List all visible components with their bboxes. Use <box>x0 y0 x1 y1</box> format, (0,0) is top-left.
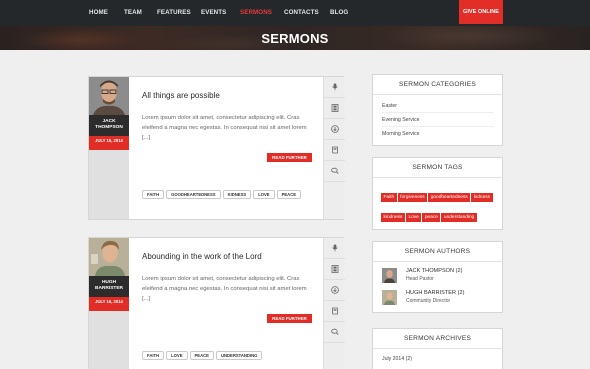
tag-link[interactable]: understanding <box>441 213 477 222</box>
author-photo-image <box>89 238 129 276</box>
sermon-title[interactable]: Abounding in the work of the Lord <box>142 252 262 261</box>
widget-title: SERMON TAGS <box>373 158 502 178</box>
sermon-tag[interactable]: FAITH <box>142 190 165 199</box>
author-photo[interactable] <box>89 238 129 276</box>
book-icon[interactable] <box>324 140 345 161</box>
sermon-media-icons <box>323 77 345 219</box>
microphone-icon[interactable] <box>324 77 345 98</box>
tag-link[interactable]: peace <box>422 213 441 222</box>
film-icon[interactable] <box>324 98 345 119</box>
sermon-author-column: JACK THOMPSON JULY 15, 2014 <box>89 77 129 219</box>
sermon-card: HUGH BARRISTER JULY 16, 2014 Abounding i… <box>88 237 345 369</box>
sermon-author-column: HUGH BARRISTER JULY 16, 2014 <box>89 238 129 369</box>
sermon-media-icons <box>323 238 345 369</box>
page-hero-banner: SERMONS <box>0 26 590 50</box>
sermon-date: JULY 15, 2014 <box>89 136 129 150</box>
download-icon[interactable] <box>324 280 345 301</box>
nav-features[interactable]: FEATURES <box>157 9 191 16</box>
nav-home[interactable]: HOME <box>89 9 108 16</box>
sermon-tag[interactable]: LOVE <box>166 351 188 360</box>
read-further-button[interactable]: READ FURTHER <box>267 314 312 323</box>
comments-icon[interactable] <box>324 322 345 343</box>
widget-title: SERMON CATEGORIES <box>373 75 502 95</box>
sermon-tags: FAITH LOVE PEACE UNDERSTANDING <box>142 344 317 364</box>
widget-title: SERMON AUTHORS <box>373 242 502 262</box>
author-list-role: Head Pastor <box>406 276 434 282</box>
sermon-body: All things are possible Lorem ipsum dolo… <box>129 77 323 219</box>
author-list-role: Community Director <box>406 298 451 304</box>
film-icon[interactable] <box>324 259 345 280</box>
page-title: SERMONS <box>261 31 329 46</box>
top-navigation: HOME TEAM FEATURES EVENTS SERMONS CONTAC… <box>0 0 590 26</box>
sermon-archives-widget: SERMON ARCHIVES July 2014 (2) <box>372 328 503 369</box>
sermon-tag[interactable]: PEACE <box>189 351 214 360</box>
download-icon[interactable] <box>324 119 345 140</box>
tag-link[interactable]: kindness <box>381 213 405 222</box>
tag-link[interactable]: goodheartedness <box>428 193 471 202</box>
category-link[interactable]: Evening Service <box>382 113 493 127</box>
tag-link[interactable]: kidness <box>471 193 493 202</box>
give-online-button[interactable]: GIVE ONLINE <box>459 0 503 24</box>
sermon-tag[interactable]: GOODHEARTEDNESS <box>166 190 221 199</box>
author-list-item[interactable]: JACK THOMPSON (2) Head Pastor <box>382 264 493 286</box>
sermon-tag[interactable]: PEACE <box>276 190 302 199</box>
sermon-tag[interactable]: LOVE <box>253 190 275 199</box>
widget-title: SERMON ARCHIVES <box>373 329 502 349</box>
author-list-item[interactable]: HUGH BARRISTER (2) Community Director <box>382 286 493 308</box>
author-avatar <box>382 290 397 305</box>
sermon-tag[interactable]: KIDNESS <box>222 190 252 199</box>
book-icon[interactable] <box>324 301 345 322</box>
author-name[interactable]: JACK THOMPSON <box>89 115 129 136</box>
comments-icon[interactable] <box>324 161 345 182</box>
sermon-tag[interactable]: UNDERSTANDING <box>215 351 263 360</box>
nav-sermons[interactable]: SERMONS <box>240 9 272 16</box>
sermon-card: JACK THOMPSON JULY 15, 2014 All things a… <box>88 76 345 220</box>
sermon-tags: FAITH GOODHEARTEDNESS KIDNESS LOVE PEACE <box>142 183 317 203</box>
sermon-body: Abounding in the work of the Lord Lorem … <box>129 238 323 369</box>
category-link[interactable]: Morning Service <box>382 127 493 141</box>
sermon-tag[interactable]: FAITH <box>142 351 165 360</box>
sermon-title[interactable]: All things are possible <box>142 91 220 100</box>
sermon-excerpt: Lorem ipsum dolor sit amet, consectetur … <box>142 115 307 141</box>
sermon-date: JULY 16, 2014 <box>89 297 129 311</box>
author-list-name[interactable]: JACK THOMPSON (2) <box>406 268 462 274</box>
sermon-authors-widget: SERMON AUTHORS JACK THOMPSON (2) Head Pa… <box>372 241 503 313</box>
nav-blog[interactable]: BLOG <box>330 9 348 16</box>
tag-link[interactable]: Love <box>405 213 422 222</box>
tag-link[interactable]: Faith <box>381 193 397 202</box>
microphone-icon[interactable] <box>324 238 345 259</box>
sermon-excerpt: Lorem ipsum dolor sit amet, consectetur … <box>142 276 307 302</box>
nav-team[interactable]: TEAM <box>124 9 142 16</box>
category-link[interactable]: Easter <box>382 99 493 113</box>
nav-contacts[interactable]: CONTACTS <box>284 9 319 16</box>
nav-events[interactable]: EVENTS <box>201 9 226 16</box>
sermon-tags-widget: SERMON TAGS Faith forgiveness goodheartedn… <box>372 157 503 230</box>
author-photo[interactable] <box>89 77 129 115</box>
author-name[interactable]: HUGH BARRISTER <box>89 276 129 297</box>
tag-link[interactable]: forgiveness <box>397 193 428 202</box>
sermon-categories-widget: SERMON CATEGORIES Easter Evening Service… <box>372 74 503 146</box>
read-further-button[interactable]: READ FURTHER <box>267 153 312 162</box>
author-photo-image <box>89 77 129 115</box>
archive-link[interactable]: July 2014 (2) <box>373 349 502 369</box>
author-list-name[interactable]: HUGH BARRISTER (2) <box>406 290 464 296</box>
author-avatar <box>382 268 397 283</box>
